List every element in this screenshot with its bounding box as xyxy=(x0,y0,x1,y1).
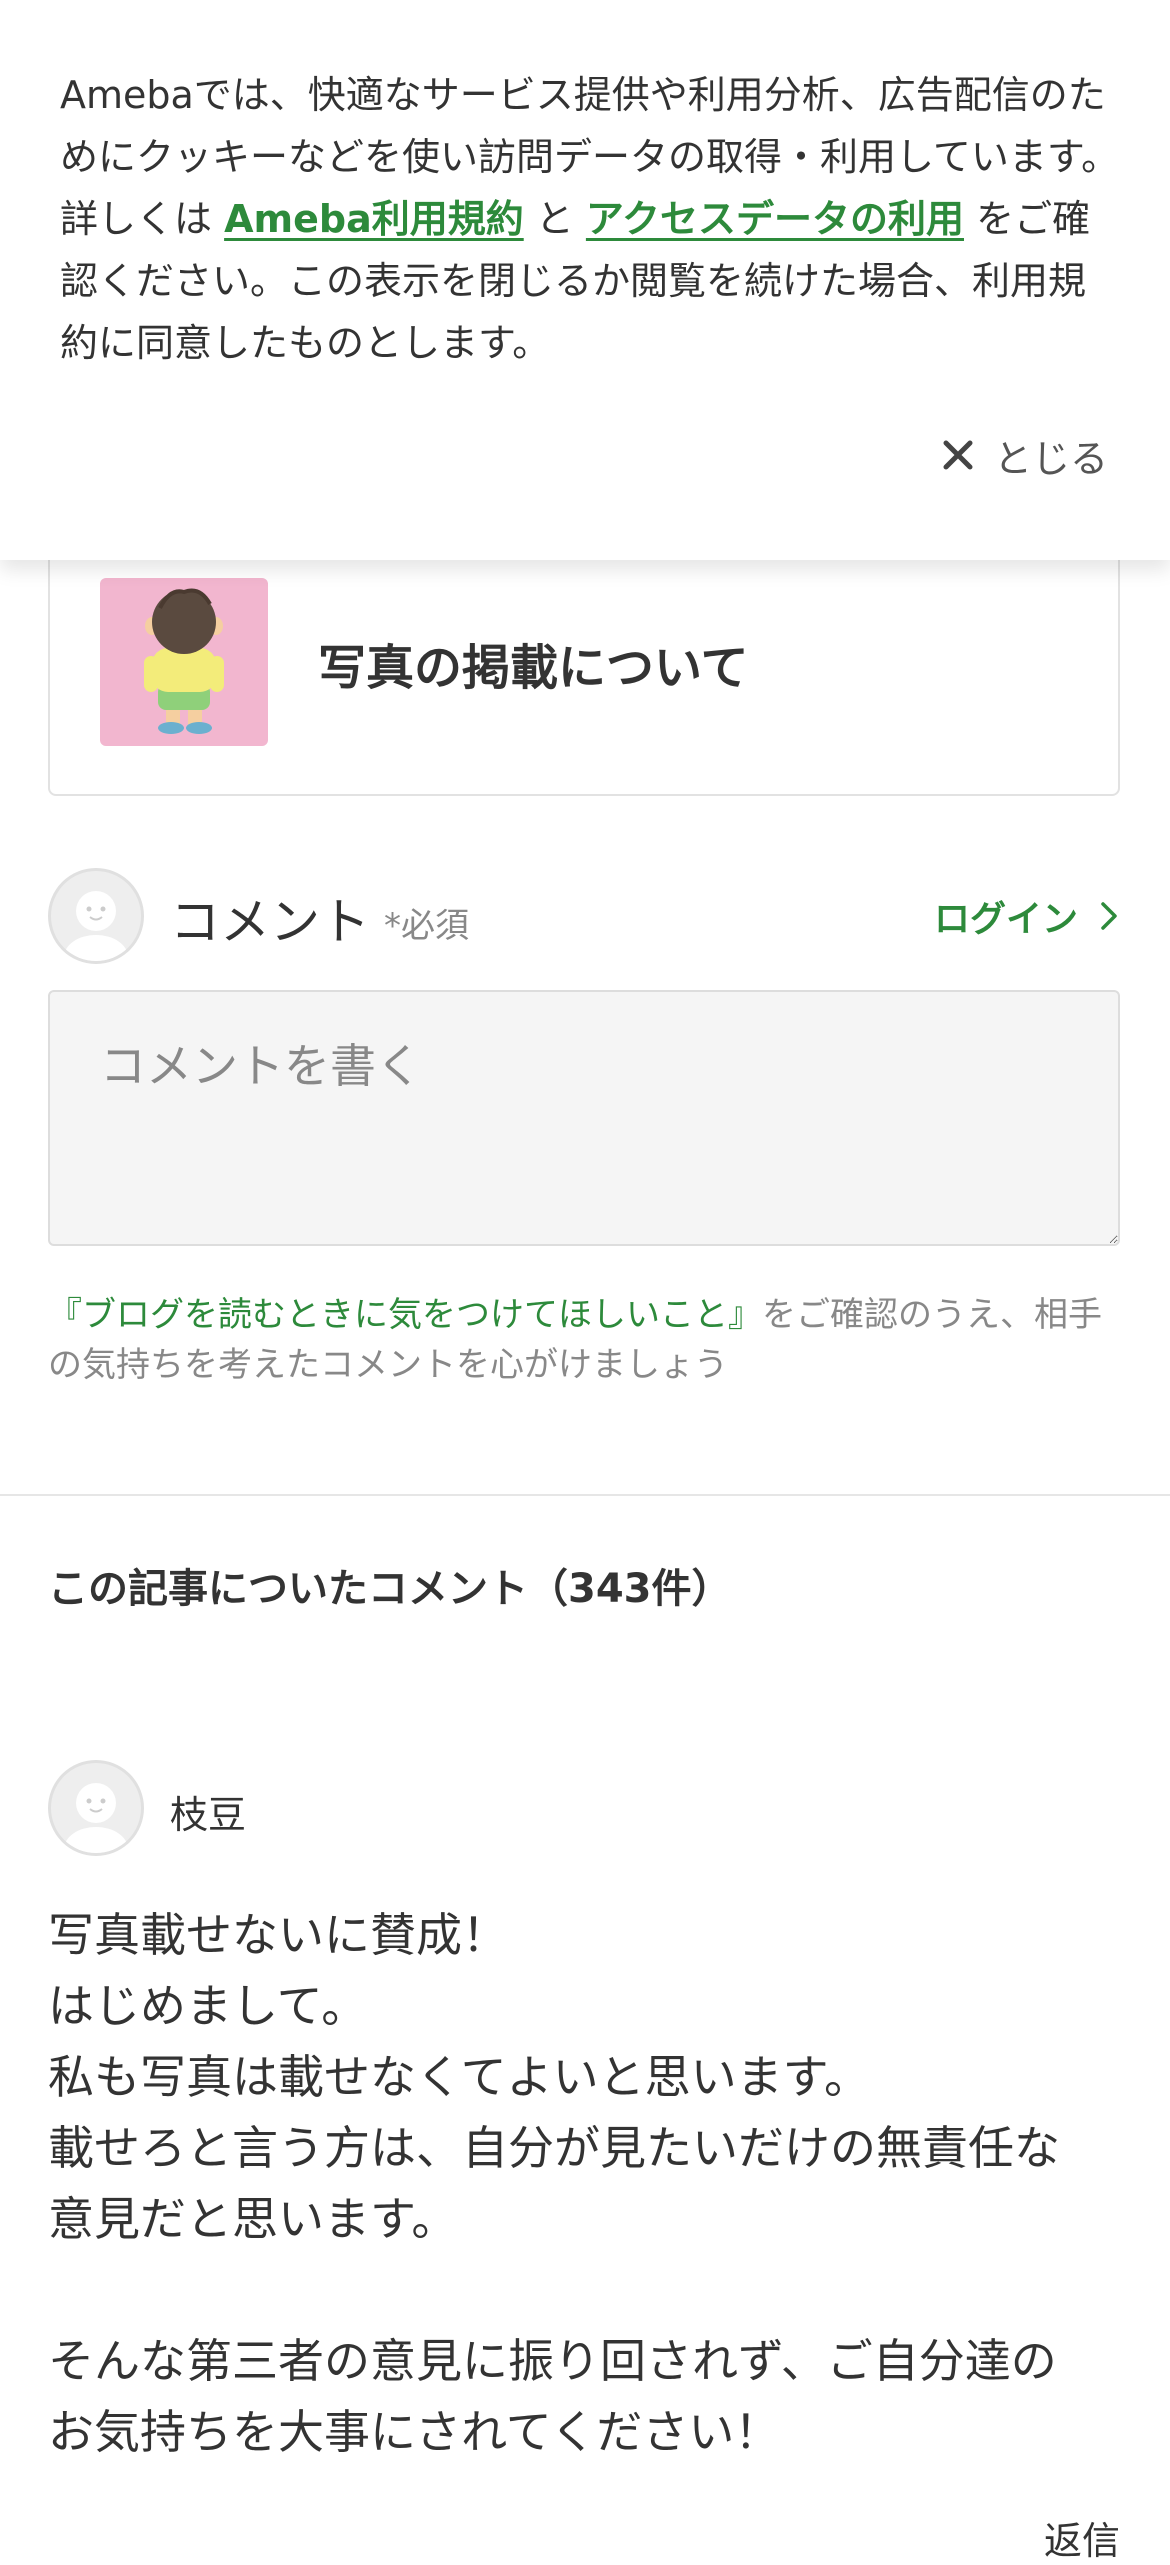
comment-line: 載せろと言う方は、自分が見たいだけの無責任な xyxy=(48,2121,1060,2175)
comment-line-blank xyxy=(48,2255,1128,2326)
access-data-link[interactable]: アクセスデータの利用 xyxy=(586,197,964,241)
default-avatar-icon xyxy=(64,891,128,961)
entry-thumbnail xyxy=(100,578,268,746)
comment-input[interactable] xyxy=(48,990,1120,1246)
comment-line: 意見だと思います。 xyxy=(48,2192,458,2246)
comment-line: 写真載せないに賛成！ xyxy=(48,1908,508,1962)
cookie-close-button[interactable]: とじる xyxy=(938,420,1108,490)
child-illustration-icon xyxy=(144,588,224,734)
commenter-avatar[interactable] xyxy=(48,1760,144,1856)
required-label: *必須 xyxy=(384,906,469,946)
default-avatar-icon xyxy=(64,1783,128,1853)
commenter-name[interactable]: 枝豆 xyxy=(170,1784,246,1839)
login-link[interactable]: ログイン xyxy=(934,890,1120,942)
comment-line: はじめまして。 xyxy=(48,1979,368,2033)
comment-line: お気持ちを大事にされてください！ xyxy=(48,2405,781,2459)
cookie-notice-text: Amebaでは、快適なサービス提供や利用分析、広告配信のためにクッキーなどを使い… xyxy=(60,64,1120,374)
comment-line: そんな第三者の意見に振り回されず、ご自分達の xyxy=(48,2334,1057,2388)
avatar xyxy=(48,868,144,964)
guideline-link[interactable]: 『ブログを読むときに気をつけてほしいこと』 xyxy=(48,1295,762,1335)
entry-title: 写真の掲載について xyxy=(318,640,749,696)
chevron-right-icon xyxy=(1101,902,1117,930)
comment-guideline: 『ブログを読むときに気をつけてほしいこと』をご確認のうえ、相手の気持ちを考えたコ… xyxy=(48,1290,1128,1390)
login-label: ログイン xyxy=(933,899,1078,940)
comment-label: コメント xyxy=(170,893,370,951)
reply-link[interactable]: 返信 xyxy=(1044,2510,1120,2565)
comment-body: 写真載せないに賛成！ はじめまして。 私も写真は載せなくてよいと思います。 載せ… xyxy=(48,1900,1128,2468)
close-label: とじる xyxy=(993,436,1108,481)
comment-line: 私も写真は載せなくてよいと思います。 xyxy=(48,2050,871,2104)
comments-title: この記事についたコメント（343件） xyxy=(48,1566,732,1612)
divider xyxy=(0,1494,1170,1496)
close-icon xyxy=(943,440,973,470)
cookie-text-part: と xyxy=(523,197,586,241)
cookie-banner: Amebaでは、快適なサービス提供や利用分析、広告配信のためにクッキーなどを使い… xyxy=(0,0,1170,560)
entry-card[interactable]: 写真の掲載について xyxy=(48,520,1120,796)
terms-link[interactable]: Ameba利用規約 xyxy=(224,197,524,241)
comment-form-header: コメント *必須 ログイン xyxy=(48,868,1120,968)
